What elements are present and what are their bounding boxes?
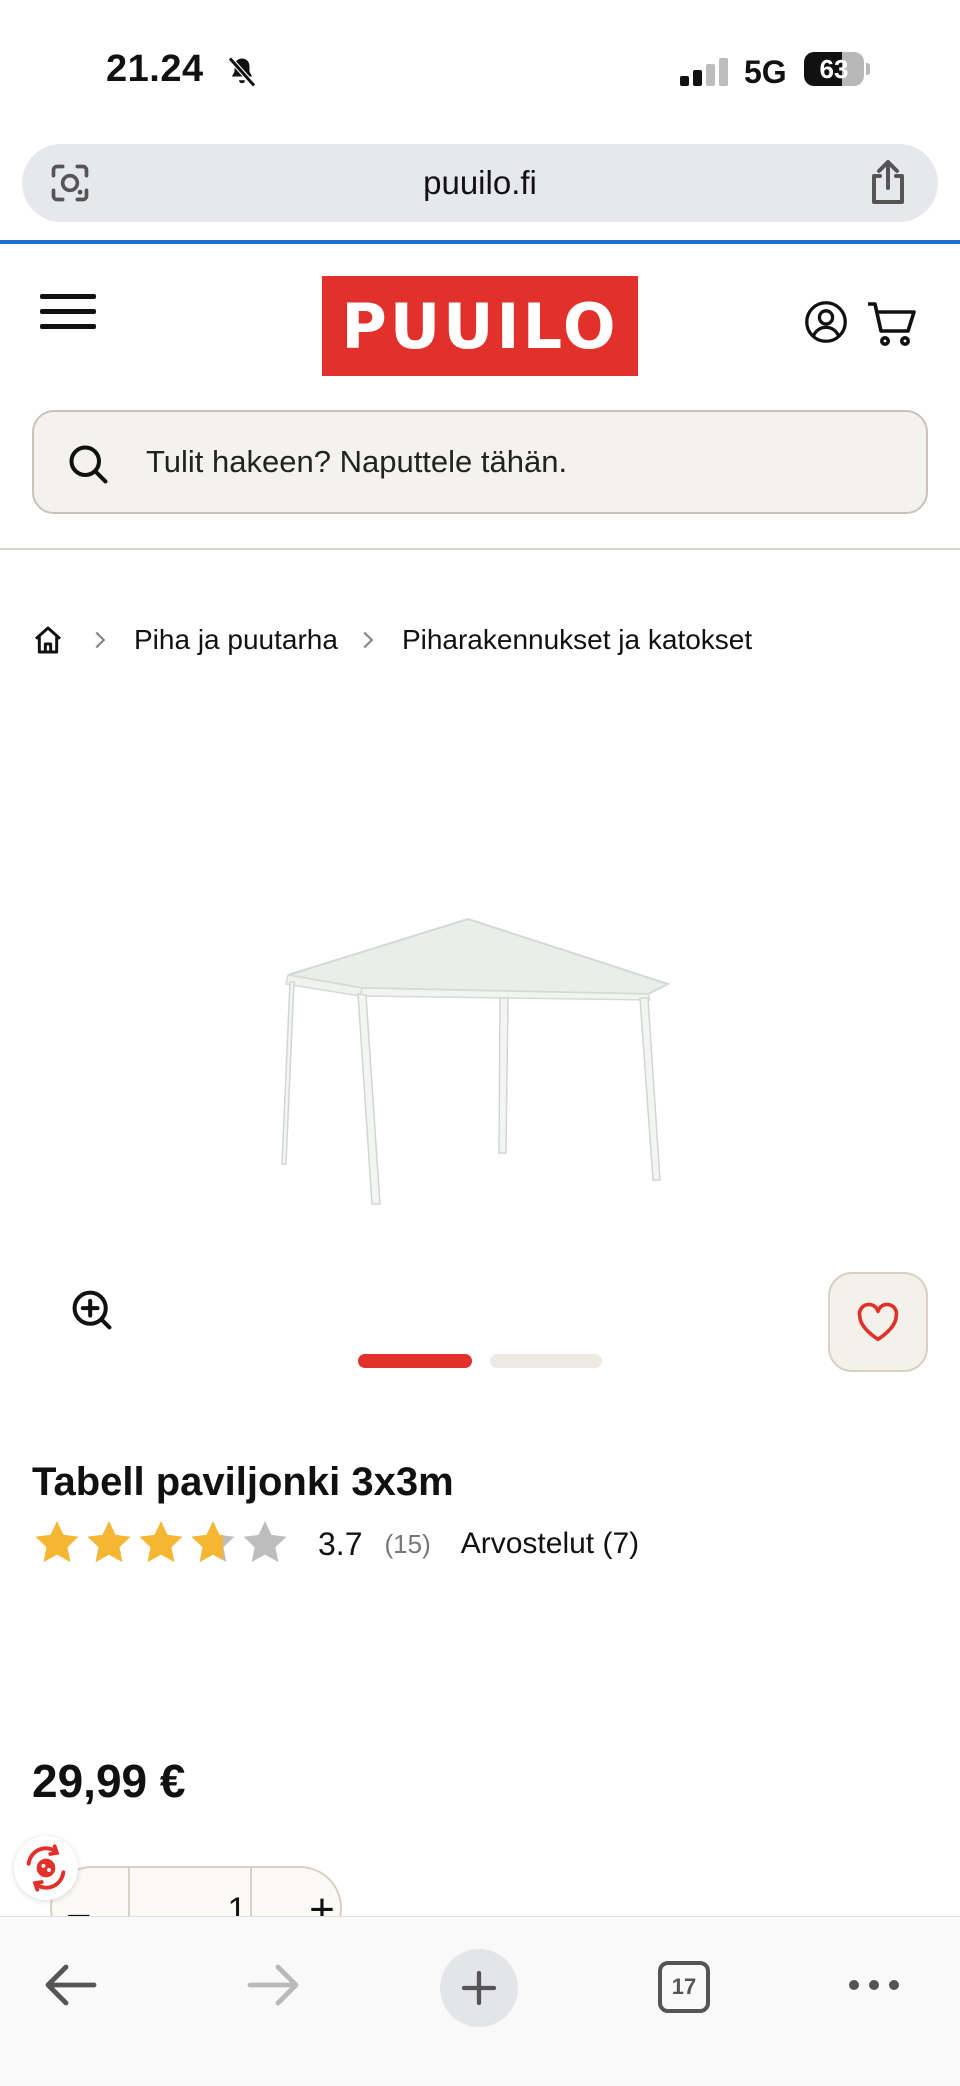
product-title: Tabell paviljonki 3x3m	[32, 1460, 454, 1504]
breadcrumb-item-piharakennukset[interactable]: Piharakennukset ja katokset	[402, 624, 752, 656]
star-icon	[35, 1521, 79, 1562]
new-tab-button[interactable]	[440, 1949, 518, 2027]
search-input[interactable]: Tulit hakeen? Naputtele tähän.	[32, 410, 928, 514]
battery-icon: 63	[804, 52, 864, 86]
product-image[interactable]	[270, 900, 690, 1220]
home-icon[interactable]	[32, 624, 64, 656]
network-type: 5G	[744, 54, 787, 90]
menu-icon[interactable]	[40, 292, 96, 332]
chevron-right-icon	[95, 631, 106, 649]
reviews-link[interactable]: Arvostelut (7)	[461, 1527, 639, 1561]
search-icon	[69, 445, 108, 484]
tabs-button[interactable]: 17	[658, 1961, 710, 2013]
heart-icon	[857, 1302, 899, 1342]
account-icon[interactable]	[804, 300, 848, 344]
more-icon[interactable]	[846, 1973, 902, 1997]
product-price: 29,99 €	[32, 1755, 186, 1807]
star-icon	[139, 1521, 183, 1562]
carousel-dot-2[interactable]	[490, 1354, 602, 1368]
star-icon	[87, 1521, 131, 1562]
bell-off-icon	[228, 56, 256, 88]
battery-level: 63	[819, 54, 849, 84]
carousel-dot-1[interactable]	[358, 1354, 472, 1368]
page-load-progress	[0, 240, 960, 244]
header-divider	[0, 548, 960, 550]
signal-icon	[680, 56, 730, 86]
cart-icon[interactable]	[866, 300, 918, 348]
star-icon	[243, 1521, 287, 1562]
logo-text: PUUILO	[341, 289, 619, 363]
search-placeholder: Tulit hakeen? Naputtele tähän.	[146, 444, 568, 479]
share-icon[interactable]	[868, 158, 908, 206]
breadcrumb-item-piha[interactable]: Piha ja puutarha	[134, 624, 338, 656]
url-text[interactable]: puuilo.fi	[22, 144, 938, 222]
site-logo[interactable]: PUUILO	[322, 276, 638, 376]
status-bar: 21.24 5G 63	[0, 0, 960, 140]
rating-value: 3.7	[318, 1525, 363, 1562]
forward-icon[interactable]	[246, 1961, 302, 2009]
cookie-settings-button[interactable]	[14, 1836, 78, 1900]
breadcrumb: Piha ja puutarha Piharakennukset ja kato…	[32, 618, 752, 662]
rating-count: (15)	[384, 1528, 431, 1559]
rating-stars	[32, 1518, 294, 1570]
favorite-button[interactable]	[828, 1272, 928, 1372]
address-bar[interactable]: puuilo.fi	[22, 144, 938, 222]
zoom-in-icon[interactable]	[70, 1288, 114, 1332]
battery-cap	[866, 63, 870, 75]
cookie-icon	[26, 1844, 66, 1892]
rating-row: 3.7 (15) Arvostelut (7)	[32, 1516, 639, 1572]
status-time: 21.24	[106, 48, 204, 90]
star-icon	[191, 1521, 235, 1562]
chevron-right-icon	[363, 631, 374, 649]
browser-toolbar: 17	[0, 1916, 960, 2086]
plus-icon	[461, 1970, 497, 2006]
back-icon[interactable]	[42, 1961, 98, 2009]
